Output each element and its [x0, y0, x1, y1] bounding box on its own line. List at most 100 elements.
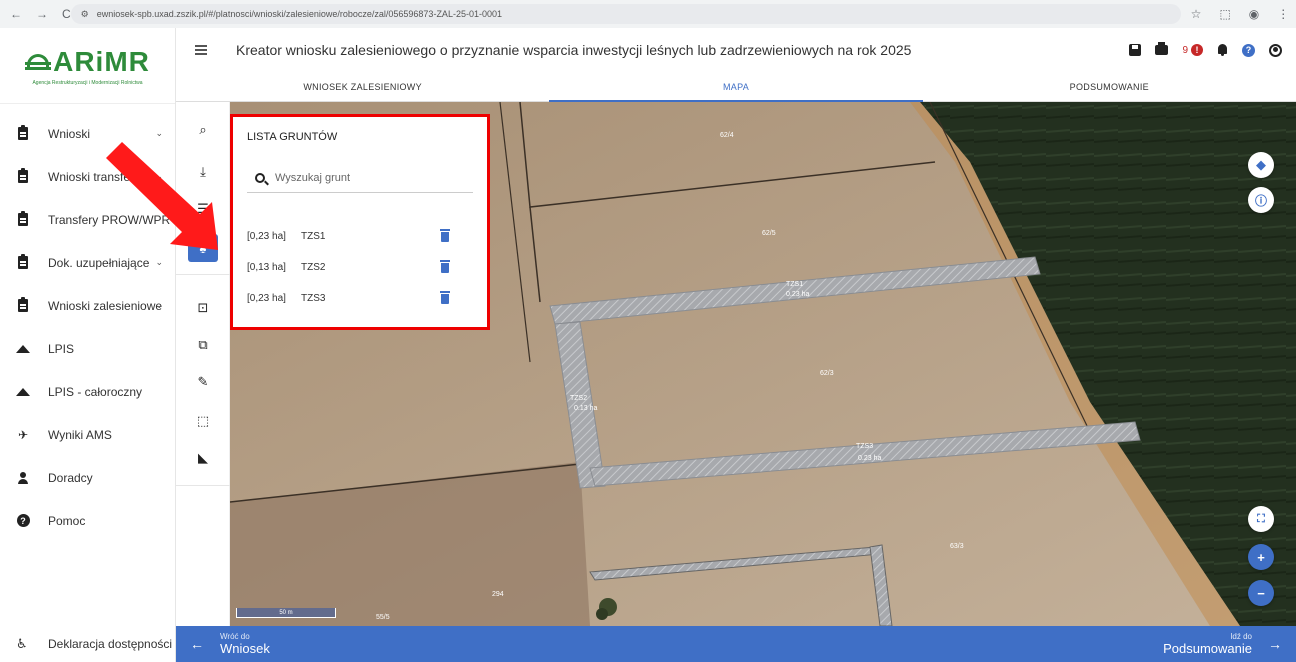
search-icon — [255, 172, 265, 183]
sidebar-item-wyniki-ams[interactable]: ✈ Wyniki AMS — [0, 413, 175, 456]
header-actions: 9 ! ? — [1129, 42, 1296, 57]
clipboard-icon — [16, 168, 30, 184]
reload-icon[interactable]: C — [62, 7, 71, 21]
save-icon[interactable] — [1129, 44, 1142, 56]
panel-title: LISTA GRUNTÓW — [247, 131, 338, 143]
bookmark-star-icon[interactable]: ☆ — [1191, 7, 1202, 21]
browser-menu-icon[interactable]: ⋮ — [1277, 7, 1289, 21]
logo-mark: ARiMR — [25, 46, 150, 78]
sidebar-item-lpis-caloroczny[interactable]: LPIS - całoroczny — [0, 370, 175, 413]
trash-icon[interactable] — [440, 228, 450, 242]
sidebar-item-wnioski-zalesieniowe[interactable]: Wnioski zalesieniowe ⌄ — [0, 284, 175, 327]
sidebar-item-doradcy[interactable]: Doradcy — [0, 456, 175, 499]
parcel-label: 63/3 — [950, 543, 964, 550]
app-header: Kreator wniosku zalesieniowego o przyzna… — [176, 28, 1296, 72]
next-button[interactable]: Idź do Podsumowanie → — [1163, 632, 1282, 656]
address-bar[interactable]: ⚙ ewniosek-spb.uxad.zszik.pl/#/platnosci… — [70, 4, 1181, 24]
tab-mapa[interactable]: MAPA — [549, 72, 923, 102]
search-placeholder: Wyszukaj grunt — [275, 171, 351, 184]
parcel-search-input[interactable]: Wyszukaj grunt — [247, 163, 473, 193]
parcel-name: TZS3 — [301, 293, 326, 304]
help-icon[interactable]: ? — [1242, 43, 1255, 57]
bell-icon[interactable] — [1217, 44, 1228, 56]
arrow-left-icon: ← — [190, 636, 204, 652]
trash-icon[interactable] — [440, 290, 450, 304]
accessibility-icon: ♿ — [16, 636, 28, 651]
mountain-icon — [16, 342, 30, 356]
arrow-right-icon: → — [1268, 636, 1282, 652]
error-icon: ! — [1191, 44, 1203, 56]
parcel-label: TZS1 — [786, 281, 803, 288]
copy-shape-icon[interactable]: ⧉ — [188, 331, 218, 359]
select-area-icon[interactable]: ⊡ — [188, 294, 218, 322]
parcel-label: 0.13 ha — [574, 405, 597, 412]
parcel-label: 294 — [492, 591, 504, 598]
profile-icon[interactable]: ◉ — [1249, 7, 1259, 21]
clipboard-icon — [16, 297, 30, 313]
logo[interactable]: ARiMR Agencja Restrukturyzacji i Moderni… — [0, 28, 175, 104]
back-big-label: Wniosek — [220, 641, 270, 656]
tab-wniosek-zalesieniowy[interactable]: WNIOSEK ZALESIENIOWY — [176, 72, 549, 101]
print-icon[interactable] — [1155, 42, 1169, 55]
sidebar-item-pomoc[interactable]: ? Pomoc — [0, 499, 175, 542]
fullscreen-icon[interactable]: ⛶ — [1248, 506, 1274, 532]
zoom-in-button[interactable]: + — [1248, 544, 1274, 570]
next-small-label: Idź do — [1230, 632, 1252, 641]
menu-toggle-icon[interactable] — [176, 49, 226, 51]
person-icon — [16, 471, 30, 485]
site-info-icon[interactable]: ⚙ — [81, 9, 89, 20]
satellite-icon: ✈ — [17, 427, 29, 442]
sidebar-item-accessibility[interactable]: ♿ Deklaracja dostępności — [0, 626, 176, 662]
error-count: 9 — [1182, 44, 1188, 56]
zoom-out-button[interactable]: − — [1248, 580, 1274, 606]
parcel-name: TZS1 — [301, 231, 326, 242]
back-button[interactable]: ← Wróć do Wniosek — [190, 632, 270, 656]
parcel-label: 55/5 — [376, 614, 390, 621]
logo-subtitle: Agencja Restrukturyzacji i Modernizacji … — [32, 79, 143, 86]
parcel-label: 62/3 — [820, 370, 834, 377]
trash-icon[interactable] — [440, 259, 450, 273]
logo-emblem-icon — [25, 52, 52, 72]
parcel-area: [0,13 ha] — [247, 262, 286, 273]
info-icon[interactable]: ⓘ — [1248, 187, 1274, 213]
pencil-icon[interactable]: ✎ — [188, 368, 218, 396]
tab-search-icon[interactable]: ⬚ — [1219, 7, 1230, 21]
parcel-label: TZS3 — [856, 443, 873, 450]
parcel-label: 0.23 ha — [858, 455, 881, 462]
sidebar-item-lpis[interactable]: LPIS — [0, 327, 175, 370]
parcel-label: 62/4 — [720, 132, 734, 139]
logo-name: ARiMR — [53, 45, 150, 77]
browser-bar: ← → C ⚙ ewniosek-spb.uxad.zszik.pl/#/pla… — [0, 0, 1296, 28]
chevron-down-icon: ⌄ — [155, 257, 163, 267]
parcel-name: TZS2 — [301, 262, 326, 273]
clipboard-icon — [16, 125, 30, 141]
parcel-row[interactable]: [0,23 ha] TZS1 — [247, 221, 473, 252]
layers-icon[interactable]: ◆ — [1248, 152, 1274, 178]
parcel-list: [0,23 ha] TZS1 [0,13 ha] TZS2 [0,23 ha] … — [247, 221, 473, 314]
clipboard-icon — [16, 254, 30, 270]
parcel-row[interactable]: [0,13 ha] TZS2 — [247, 252, 473, 283]
measure-icon[interactable]: ◣ — [188, 444, 218, 472]
forward-arrow-icon[interactable]: → — [36, 7, 48, 21]
browser-nav: ← → C — [10, 7, 71, 21]
sidebar-item-label: Wyniki AMS — [48, 427, 112, 442]
sidebar-item-label: Wnioski zalesieniowe — [48, 298, 163, 313]
back-arrow-icon[interactable]: ← — [10, 7, 22, 21]
url-text: ewniosek-spb.uxad.zszik.pl/#/platnosci/w… — [96, 9, 502, 19]
next-big-label: Podsumowanie — [1163, 641, 1252, 656]
map-scale-bar: 50 m — [236, 608, 336, 618]
account-icon[interactable] — [1269, 43, 1282, 57]
browser-actions: ☆ ⬚ ◉ ⋮ — [1191, 7, 1290, 21]
sidebar-item-label: Doradcy — [48, 470, 93, 485]
tab-podsumowanie[interactable]: PODSUMOWANIE — [923, 72, 1296, 101]
clipboard-icon — [16, 211, 30, 227]
sidebar-item-label: Wnioski — [48, 126, 91, 141]
errors-badge[interactable]: 9 ! — [1182, 44, 1203, 56]
sidebar: ARiMR Agencja Restrukturyzacji i Moderni… — [0, 28, 176, 662]
sidebar-item-label: Pomoc — [48, 513, 86, 528]
parcel-row[interactable]: [0,23 ha] TZS3 — [247, 283, 473, 314]
sidebar-item-label: LPIS - całoroczny — [48, 384, 143, 399]
toolbar-divider — [176, 485, 230, 486]
rectangle-draw-icon[interactable]: ⬚ — [188, 407, 218, 435]
page-title: Kreator wniosku zalesieniowego o przyzna… — [236, 42, 912, 58]
